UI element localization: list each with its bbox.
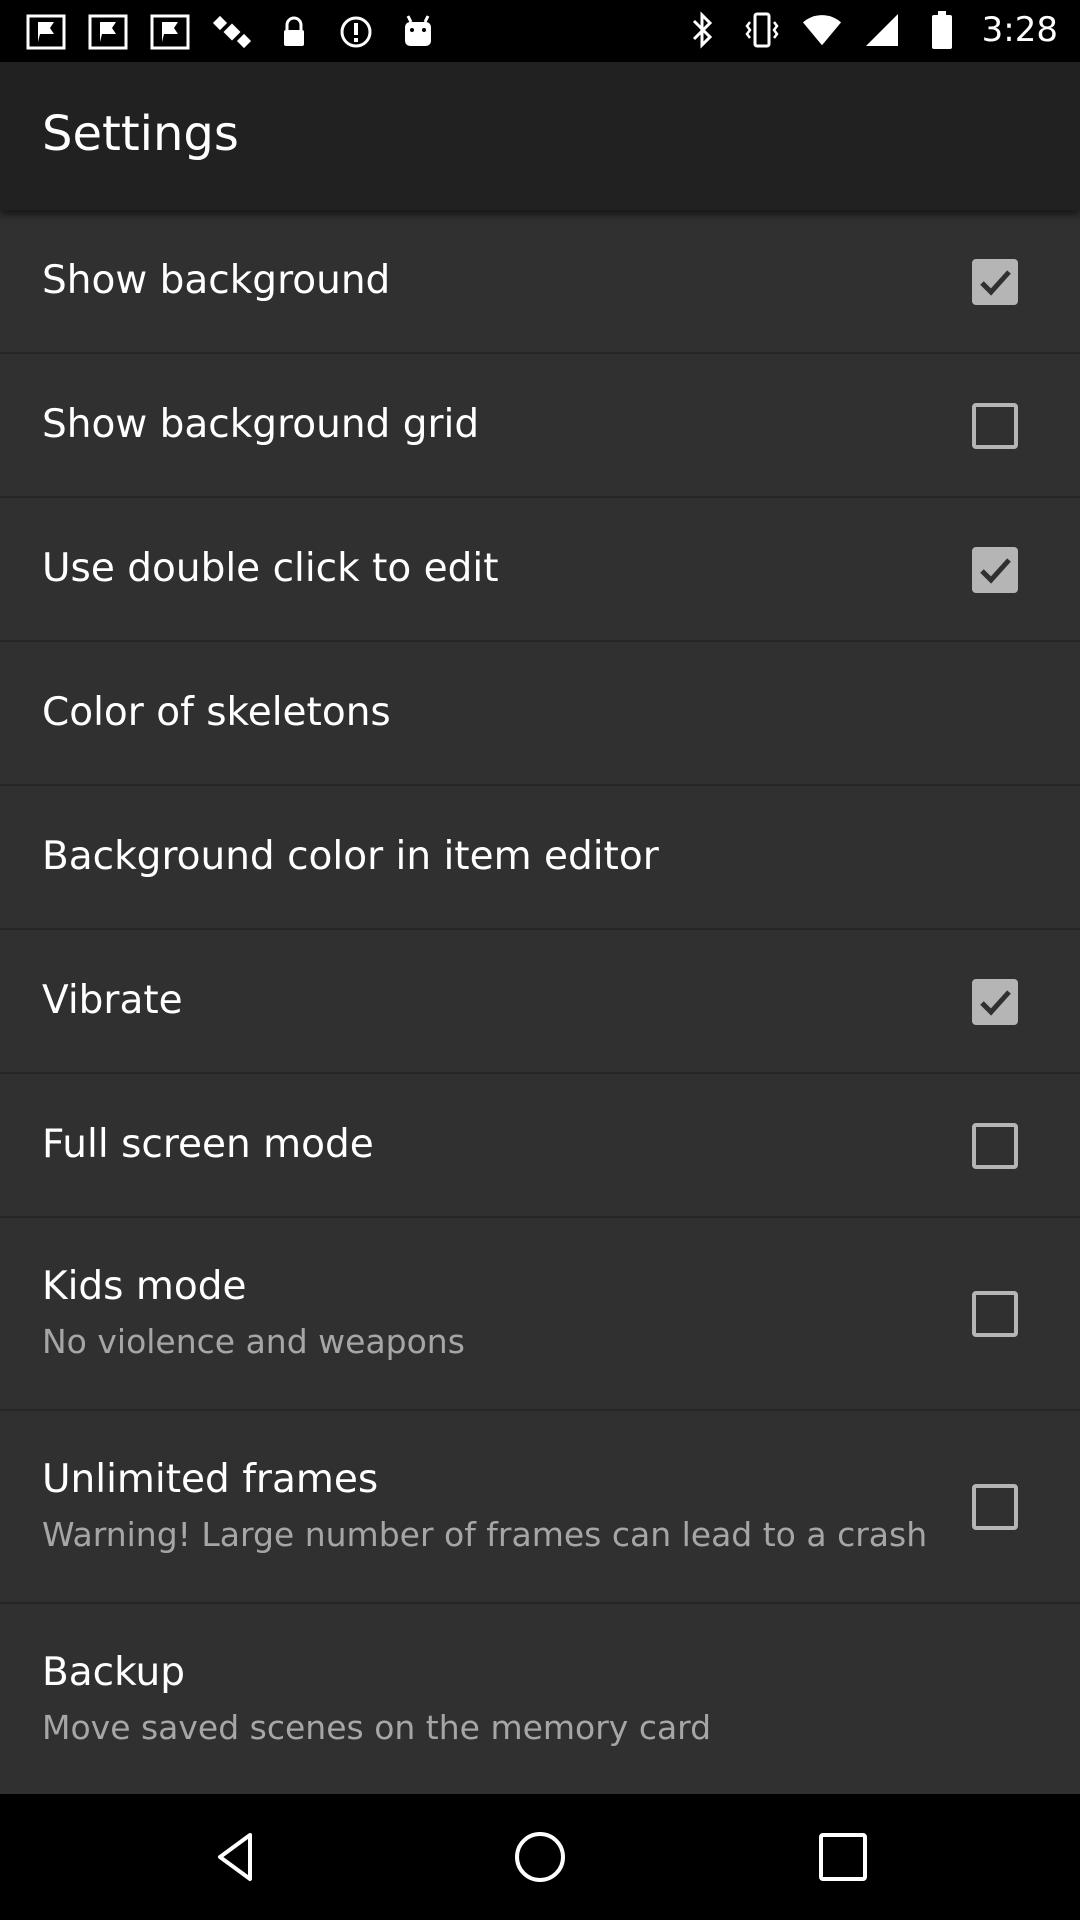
setting-show-background[interactable]: Show background xyxy=(0,210,1080,354)
setting-background-color-item-editor[interactable]: Background color in item editor xyxy=(0,786,1080,930)
bluetooth-icon xyxy=(682,11,722,49)
vibrate-checkbox[interactable] xyxy=(972,979,1018,1025)
setting-unlimited-frames[interactable]: Unlimited frames Warning! Large number o… xyxy=(0,1411,1080,1604)
flag-icon xyxy=(88,14,128,50)
status-time: 3:28 xyxy=(981,10,1058,50)
lock-icon xyxy=(274,14,314,50)
status-notification-icons xyxy=(26,14,438,50)
setting-title: Show background grid xyxy=(42,402,480,447)
setting-title: Kids mode xyxy=(42,1264,247,1309)
wifi-icon xyxy=(802,12,842,48)
setting-backup[interactable]: Backup Move saved scenes on the memory c… xyxy=(0,1604,1080,1794)
alert-icon xyxy=(336,14,376,50)
page-title: Settings xyxy=(42,106,239,162)
home-icon[interactable] xyxy=(510,1827,570,1887)
battery-icon xyxy=(922,11,962,49)
status-system-icons: 3:28 xyxy=(682,10,1058,50)
setting-title: Unlimited frames xyxy=(42,1457,379,1502)
setting-color-of-skeletons[interactable]: Color of skeletons xyxy=(0,642,1080,786)
app-bar: Settings xyxy=(0,62,1080,210)
checkmark-icon xyxy=(980,270,1011,296)
back-icon[interactable] xyxy=(206,1827,266,1887)
signal-icon xyxy=(862,12,902,48)
setting-title: Use double click to edit xyxy=(42,546,499,591)
settings-list[interactable]: Show background Show background grid Use… xyxy=(0,210,1080,1794)
double-click-edit-checkbox[interactable] xyxy=(972,547,1018,593)
flag-icon xyxy=(150,14,190,50)
unlimited-frames-checkbox[interactable] xyxy=(972,1484,1018,1530)
setting-subtitle: No violence and weapons xyxy=(42,1322,465,1361)
status-bar: 3:28 xyxy=(0,0,1080,62)
recents-icon[interactable] xyxy=(813,1827,873,1887)
show-background-grid-checkbox[interactable] xyxy=(972,403,1018,449)
full-screen-mode-checkbox[interactable] xyxy=(972,1123,1018,1169)
show-background-checkbox[interactable] xyxy=(972,259,1018,305)
checkmark-icon xyxy=(980,990,1011,1016)
flag-icon xyxy=(26,14,66,50)
android-icon xyxy=(398,14,438,50)
satellite-icon xyxy=(212,14,252,50)
setting-title: Full screen mode xyxy=(42,1122,374,1167)
setting-title: Background color in item editor xyxy=(42,834,659,879)
setting-title: Show background xyxy=(42,258,391,303)
setting-double-click-edit[interactable]: Use double click to edit xyxy=(0,498,1080,642)
checkmark-icon xyxy=(980,558,1011,584)
setting-title: Vibrate xyxy=(42,978,183,1023)
setting-subtitle: Move saved scenes on the memory card xyxy=(42,1708,712,1747)
vibrate-icon xyxy=(742,12,782,48)
setting-show-background-grid[interactable]: Show background grid xyxy=(0,354,1080,498)
setting-vibrate[interactable]: Vibrate xyxy=(0,930,1080,1074)
setting-subtitle: Warning! Large number of frames can lead… xyxy=(42,1515,928,1554)
setting-kids-mode[interactable]: Kids mode No violence and weapons xyxy=(0,1218,1080,1411)
setting-title: Backup xyxy=(42,1650,185,1695)
setting-full-screen-mode[interactable]: Full screen mode xyxy=(0,1074,1080,1218)
setting-title: Color of skeletons xyxy=(42,690,391,735)
kids-mode-checkbox[interactable] xyxy=(972,1291,1018,1337)
navigation-bar xyxy=(0,1794,1080,1920)
